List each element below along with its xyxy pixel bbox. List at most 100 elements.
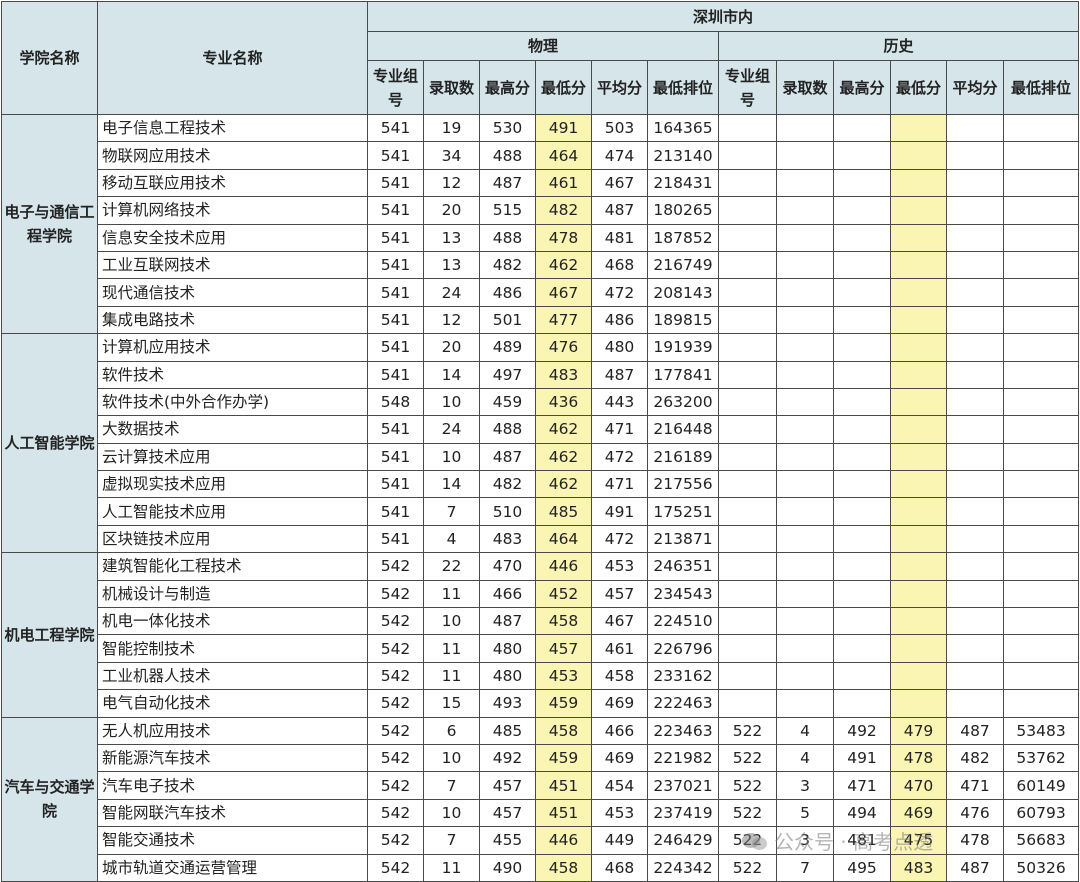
physics-col-header: 录取数 [423,60,480,115]
history-cell [833,387,891,417]
table-row: 人工智能技术应用 541 7 510 485 491 175251 [2,497,1080,526]
history-cell [776,524,834,554]
major-name: 电子信息工程技术 [97,113,368,143]
table-row: 电气自动化技术 542 15 493 459 469 222463 [2,689,1080,718]
physics-cell: 462 [535,442,592,472]
physics-cell: 223463 [647,716,719,745]
table-row: 机械设计与制造 542 11 466 452 457 234543 [2,579,1080,609]
physics-cell: 226796 [647,634,719,663]
physics-cell: 180265 [647,196,719,225]
physics-cell: 541 [367,415,424,444]
history-cell [946,278,1004,307]
physics-cell: 530 [479,113,536,143]
physics-cell: 187852 [647,223,719,252]
history-cell [718,223,777,252]
history-cell [776,360,834,389]
history-cell [776,250,834,280]
history-cell [946,661,1004,691]
history-cell [1002,470,1080,499]
physics-col-header: 平均分 [591,60,648,115]
physics-cell: 443 [591,387,648,417]
table-row: 软件技术 541 14 497 483 487 177841 [2,360,1080,389]
physics-cell: 488 [479,223,536,252]
physics-cell: 177841 [647,360,719,389]
history-cell [1002,305,1080,335]
physics-cell: 217556 [647,470,719,499]
history-cell [946,305,1004,335]
physics-cell: 542 [367,607,424,636]
history-cell: 4 [776,716,834,745]
physics-cell: 485 [479,716,536,745]
physics-cell: 542 [367,552,424,581]
major-name: 物联网应用技术 [97,141,368,170]
physics-cell: 467 [591,607,648,636]
major-header: 专业名称 [97,1,368,115]
history-cell [776,470,834,499]
table-row: 电子与通信工程学院 电子信息工程技术 541 19 530 491 503 164365 [1,113,1080,335]
history-cell [833,607,891,636]
college-header: 学院名称 [1,1,98,115]
physics-cell: 216448 [647,415,719,444]
history-cell [890,579,947,609]
history-cell [776,415,834,444]
physics-cell: 486 [591,305,648,335]
major-name: 工业机器人技术 [97,661,368,691]
major-name: 机械设计与制造 [97,579,368,609]
history-cell: 482 [946,743,1004,773]
physics-cell: 501 [479,305,536,335]
physics-cell: 464 [535,524,592,554]
physics-cell: 454 [591,771,648,800]
major-name: 云计算技术应用 [97,442,368,472]
table-row: 新能源汽车技术 542 10 492 459 469 221982 522 4 491 478 482… [2,743,1080,773]
physics-cell: 466 [591,716,648,745]
physics-cell: 436 [535,387,592,417]
history-cell [833,113,891,143]
physics-cell: 474 [591,141,648,170]
table-row: 汽车电子技术 542 7 457 451 454 237021 522 3 471 470 471 60… [2,771,1080,800]
region-header: 深圳市内 [366,1,1080,32]
physics-cell: 462 [535,470,592,499]
history-cell [833,168,891,198]
physics-cell: 510 [479,497,536,526]
history-cell [718,442,777,472]
physics-cell: 457 [535,634,592,663]
table-row: 云计算技术应用 541 10 487 462 472 216189 [2,442,1080,472]
history-col-header: 录取数 [776,60,834,115]
physics-cell: 10 [423,798,480,828]
physics-cell: 541 [367,497,424,526]
physics-cell: 11 [423,634,480,663]
history-cell [1002,278,1080,307]
physics-cell: 221982 [647,743,719,773]
table-row: 大数据技术 541 24 488 462 471 216448 [2,415,1080,444]
table-row: 汽车与交通学院 无人机应用技术 542 6 485 458 466 223463 522 4 492… [1,716,1080,882]
history-cell: 478 [890,743,947,773]
physics-cell: 458 [591,661,648,691]
history-cell [946,360,1004,389]
table-row: 城市轨道交通运营管理 542 11 490 458 468 224342 522 7 495 483… [2,853,1080,882]
history-cell [946,223,1004,252]
physics-cell: 13 [423,223,480,252]
physics-cell: 541 [367,278,424,307]
history-cell [718,113,777,143]
history-cell [890,333,947,362]
physics-cell: 482 [479,250,536,280]
physics-cell: 503 [591,113,648,143]
physics-cell: 497 [479,360,536,389]
physics-cell: 12 [423,305,480,335]
history-cell [833,305,891,335]
major-name: 工业互联网技术 [97,250,368,280]
physics-cell: 175251 [647,497,719,526]
history-cell [1002,634,1080,663]
history-cell [1002,579,1080,609]
history-cell [890,497,947,526]
major-name: 软件技术(中外合作办学) [97,387,368,417]
physics-cell: 515 [479,196,536,225]
history-cell [718,415,777,444]
history-cell [776,113,834,143]
history-cell: 7 [776,853,834,882]
physics-cell: 213871 [647,524,719,554]
history-cell [718,470,777,499]
physics-cell: 34 [423,141,480,170]
history-cell [890,196,947,225]
physics-cell: 487 [479,607,536,636]
